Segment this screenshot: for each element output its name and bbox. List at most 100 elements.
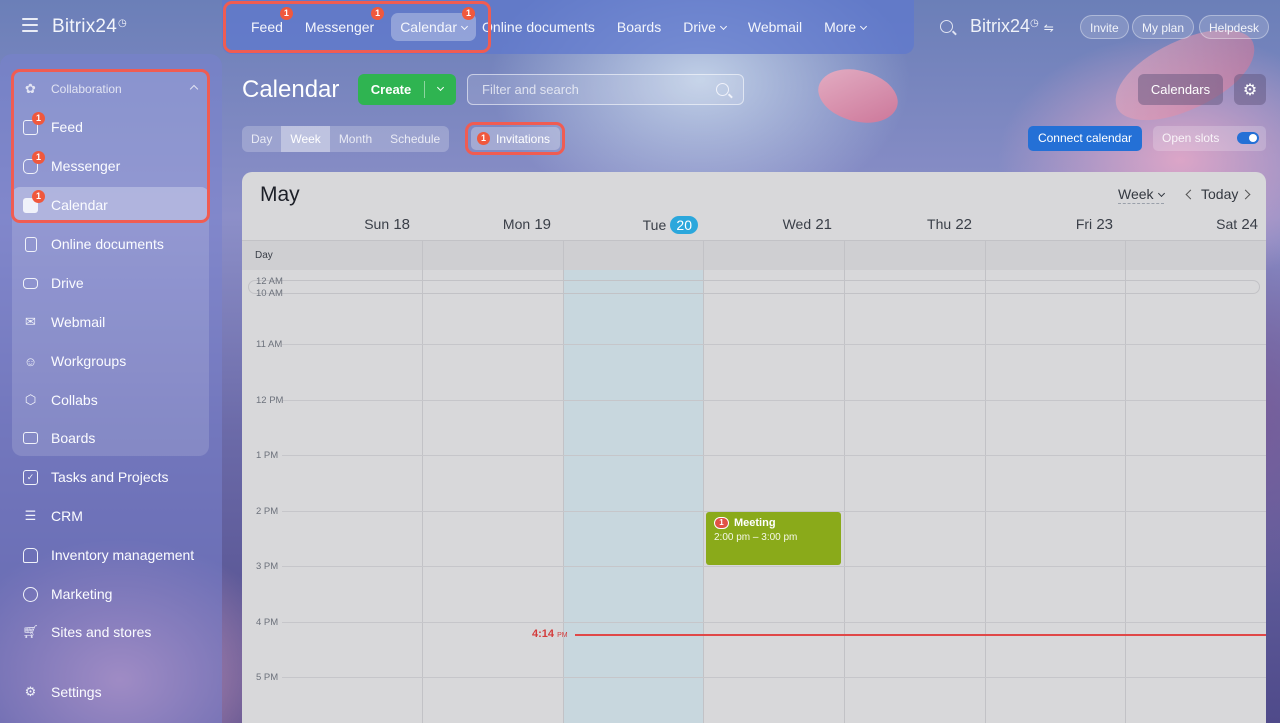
sidebar-item-calendar[interactable]: 1 Calendar — [12, 187, 209, 223]
day-header-tue[interactable]: Tue 20 — [562, 216, 698, 240]
column-divider — [563, 240, 564, 723]
tab-schedule[interactable]: Schedule — [381, 126, 449, 152]
helpdesk-button[interactable]: Helpdesk — [1199, 15, 1270, 39]
sidebar-item-crm[interactable]: ☰ CRM — [12, 498, 209, 534]
all-day-label: Day — [255, 250, 273, 261]
topnav-more[interactable]: More — [813, 13, 877, 41]
tab-week[interactable]: Week — [281, 126, 330, 152]
tab-month[interactable]: Month — [330, 126, 381, 152]
sidebar-item-drive[interactable]: Drive — [12, 265, 209, 301]
column-divider — [985, 240, 986, 723]
hour-label: 5 PM — [256, 672, 279, 683]
marketing-icon — [22, 586, 39, 603]
sliders-icon[interactable]: ⇋ — [1044, 21, 1054, 35]
event-meeting[interactable]: 1 Meeting 2:00 pm – 3:00 pm — [706, 512, 841, 565]
topnav-boards[interactable]: Boards — [606, 13, 672, 41]
chevron-down-icon — [859, 22, 868, 31]
topnav-webmail[interactable]: Webmail — [737, 13, 813, 41]
document-icon — [22, 236, 39, 253]
logo[interactable]: Bitrix24◷ — [52, 16, 127, 38]
petal-decoration — [810, 55, 906, 137]
all-day-row[interactable]: Day — [242, 240, 1266, 270]
day-header-sun[interactable]: Sun 18 — [282, 216, 410, 240]
hour-line — [282, 400, 1266, 401]
sidebar-item-workgroups[interactable]: ☺ Workgroups — [12, 343, 209, 379]
day-header-wed[interactable]: Wed 21 — [702, 216, 832, 240]
chevron-down-icon — [460, 22, 469, 31]
hour-line — [282, 344, 1266, 345]
day-header-fri[interactable]: Fri 23 — [982, 216, 1113, 240]
topnav-drive[interactable]: Drive — [672, 13, 737, 41]
mail-icon: ✉ — [25, 314, 36, 329]
sidebar-item-messenger[interactable]: 1 Messenger — [12, 148, 209, 184]
hour-line — [282, 677, 1266, 678]
chevron-down-icon — [1157, 189, 1165, 198]
view-tabs: Day Week Month Schedule — [242, 126, 450, 152]
feed-badge: 1 — [279, 7, 293, 20]
sidebar-calendar-badge: 1 — [32, 189, 45, 203]
crm-icon: ☰ — [24, 508, 37, 523]
cart-icon: 🛒︎ — [22, 624, 39, 639]
topnav-messenger[interactable]: Messenger 1 — [294, 7, 385, 41]
inventory-icon — [22, 547, 39, 564]
calendars-button[interactable]: Calendars — [1138, 74, 1223, 105]
column-divider — [703, 240, 704, 723]
topnav-calendar[interactable]: Calendar 1 — [391, 7, 477, 41]
tab-day[interactable]: Day — [242, 126, 281, 152]
chevron-right-icon[interactable] — [1240, 189, 1251, 200]
sidebar-item-webmail[interactable]: ✉ Webmail — [12, 304, 209, 340]
search-icon — [716, 83, 729, 96]
topnav-online-documents[interactable]: Online documents — [482, 13, 606, 41]
hour-line — [282, 622, 1266, 623]
hour-label: 4 PM — [256, 617, 279, 628]
search-icon[interactable] — [940, 20, 953, 33]
hour-line — [282, 566, 1266, 567]
calendar-badge: 1 — [462, 7, 476, 20]
hour-label: 1 PM — [256, 450, 279, 461]
drive-icon — [22, 275, 39, 292]
create-button[interactable]: Create — [358, 74, 456, 105]
calendar-icon: 1 — [22, 189, 45, 214]
day-header-thu[interactable]: Thu 22 — [842, 216, 972, 240]
settings-gear-button[interactable]: ⚙ — [1234, 74, 1266, 105]
invitations-badge: 1 — [477, 132, 490, 145]
sidebar-item-marketing[interactable]: Marketing — [12, 576, 209, 612]
sidebar-item-sites[interactable]: 🛒︎ Sites and stores — [12, 614, 209, 650]
brand-name[interactable]: Bitrix24◷ ⇋ — [970, 16, 1054, 37]
create-dropdown-icon[interactable] — [425, 83, 456, 92]
sidebar-item-online-documents[interactable]: Online documents — [12, 226, 209, 262]
search-input[interactable]: Filter and search — [467, 74, 744, 105]
sidebar-messenger-badge: 1 — [32, 150, 45, 164]
calendar-panel: May Week Today Sun 18 Mon 19 Tue 20 Wed … — [242, 172, 1266, 723]
day-header-sat[interactable]: Sat 24 — [1122, 216, 1258, 240]
sidebar-item-settings[interactable]: ⚙ Settings — [12, 674, 209, 710]
sidebar-item-boards[interactable]: Boards — [12, 420, 209, 456]
my-plan-button[interactable]: My plan — [1132, 15, 1195, 39]
open-slots-toggle[interactable]: Open slots — [1153, 126, 1266, 151]
gear-icon: ⚙ — [24, 684, 37, 699]
topnav-feed[interactable]: Feed 1 — [240, 7, 294, 41]
sidebar-group-header[interactable]: ✿ Collaboration — [12, 76, 209, 102]
invitations-button[interactable]: 1 Invitations — [471, 127, 561, 150]
collapsed-hours-bar[interactable] — [248, 280, 1260, 294]
sidebar-item-tasks[interactable]: ✓ Tasks and Projects — [12, 459, 209, 495]
sidebar-item-inventory[interactable]: Inventory management — [12, 537, 209, 573]
hour-label: 3 PM — [256, 561, 279, 572]
hour-label: 11 AM — [256, 339, 283, 350]
event-badge: 1 — [714, 517, 729, 529]
messenger-icon: 1 — [22, 150, 45, 175]
view-select[interactable]: Week — [1118, 186, 1165, 204]
chevron-left-icon[interactable] — [1185, 189, 1196, 200]
connect-calendar-button[interactable]: Connect calendar — [1028, 126, 1142, 151]
current-time-line — [575, 634, 1266, 636]
menu-icon[interactable] — [22, 18, 38, 32]
hour-label: 10 AM — [256, 288, 283, 299]
today-button[interactable]: Today — [1201, 186, 1238, 202]
sidebar-item-collabs[interactable]: ⬡ Collabs — [12, 382, 209, 418]
toggle-switch[interactable] — [1237, 132, 1259, 144]
hour-label: 12 PM — [256, 395, 284, 406]
day-header-mon[interactable]: Mon 19 — [422, 216, 551, 240]
sidebar-item-feed[interactable]: 1 Feed — [12, 109, 209, 145]
invite-button[interactable]: Invite — [1080, 15, 1129, 39]
messenger-badge: 1 — [371, 7, 385, 20]
